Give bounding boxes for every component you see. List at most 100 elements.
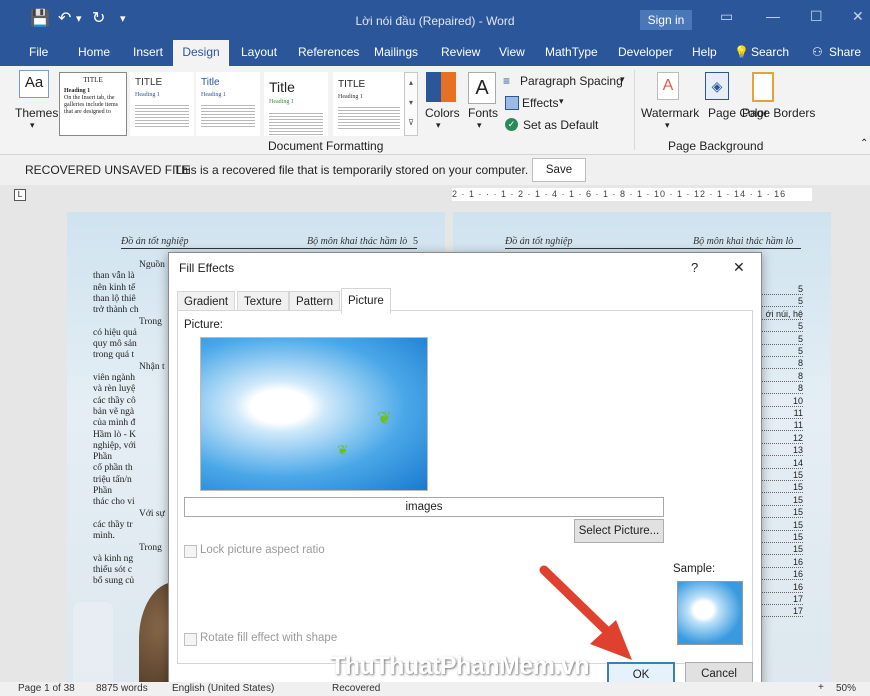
page-borders-button[interactable]: Page Borders — [742, 106, 815, 120]
tab-selector-icon[interactable]: L — [14, 189, 26, 201]
styles-gallery-scroll[interactable]: ▴ ▾ ⊽ — [404, 72, 418, 136]
paragraph-spacing-button[interactable]: Paragraph Spacing — [520, 74, 623, 88]
page-count[interactable]: Page 1 of 38 — [18, 683, 75, 694]
header-right: Bộ môn khai thác hầm lò — [693, 236, 794, 247]
tab-mathtype[interactable]: MathType — [545, 45, 598, 59]
colors-label[interactable]: Colors — [425, 106, 460, 120]
body-text-line: mình. — [93, 531, 115, 542]
tab-review[interactable]: Review — [441, 45, 480, 59]
watermark-dropdown-icon: ▾ — [665, 120, 670, 130]
effects-dropdown-icon: ▾ — [559, 96, 564, 106]
tab-layout[interactable]: Layout — [241, 45, 277, 59]
toc-entry: 15 — [755, 532, 803, 543]
themes-label[interactable]: Themes — [15, 106, 58, 120]
picture-label: Picture: — [184, 319, 223, 331]
style-set-2[interactable]: TITLE Heading 1 — [130, 72, 194, 136]
zoom-in-icon[interactable]: + — [818, 682, 824, 693]
toc-entry: 16 — [755, 569, 803, 581]
horizontal-ruler[interactable]: 2 · 1 · · · 1 · 2 · 1 · 4 · 1 · 6 · 1 · … — [452, 188, 812, 201]
fonts-label[interactable]: Fonts — [468, 106, 498, 120]
body-text-line: Với sự — [139, 508, 165, 519]
toc-entry: 15 — [755, 470, 803, 481]
close-icon[interactable]: ✕ — [733, 259, 745, 276]
body-text-line: than vẫn là — [93, 271, 135, 282]
toc-entry: 8 — [755, 358, 803, 370]
minimize-icon[interactable]: — — [766, 8, 780, 24]
body-text-line: Trong — [139, 542, 162, 553]
body-text-line: của mình đ — [93, 418, 136, 429]
group-divider — [634, 70, 635, 150]
recovered-file-bar: RECOVERED UNSAVED FILE This is a recover… — [0, 155, 870, 186]
maximize-icon[interactable]: ☐ — [810, 8, 823, 25]
style-set-4[interactable]: Title Heading 1 — [264, 72, 328, 136]
header-rule — [505, 248, 801, 249]
close-icon[interactable]: ✕ — [852, 8, 864, 25]
tab-picture[interactable]: Picture — [341, 288, 391, 314]
recovered-status: Recovered — [332, 683, 381, 694]
tab-view[interactable]: View — [499, 45, 525, 59]
zoom-level[interactable]: 50% — [836, 683, 856, 694]
rotate-fill-checkbox — [184, 633, 197, 646]
style-set-1[interactable]: TITLE Heading 1 On the Insert tab, the g… — [59, 72, 127, 136]
colors-icon[interactable] — [426, 72, 456, 102]
fill-effects-dialog: Fill Effects ? ✕ Gradient Texture Patter… — [168, 252, 762, 690]
sample-label: Sample: — [673, 563, 716, 575]
toc-entry: 5 — [755, 296, 803, 308]
watermark-icon[interactable]: A — [657, 72, 679, 100]
toc-entry: 17 — [755, 594, 803, 605]
lock-aspect-checkbox — [184, 545, 197, 558]
picture-preview: ❦ ❦ — [200, 337, 428, 491]
body-text-line: Nhận t — [139, 361, 165, 372]
toc-entry: 11 — [755, 420, 803, 432]
ribbon-design: Aa Themes ▾ TITLE Heading 1 On the Inser… — [0, 66, 870, 155]
fonts-icon[interactable]: A — [468, 72, 496, 104]
sign-in-button[interactable]: Sign in — [640, 10, 692, 30]
picture-tab-panel: Picture: ❦ ❦ images Select Picture... Lo… — [177, 310, 753, 664]
toc-entry: 14 — [755, 458, 803, 469]
body-text-line: bổ sung củ — [93, 576, 135, 587]
style-set-3[interactable]: Title Heading 1 — [196, 72, 260, 136]
themes-icon[interactable]: Aa — [19, 70, 49, 98]
word-count[interactable]: 8875 words — [96, 683, 148, 694]
collapse-ribbon-icon[interactable]: ⌃ — [860, 138, 868, 149]
help-icon[interactable]: ? — [691, 260, 698, 275]
tell-me-search[interactable]: Search — [751, 45, 789, 59]
tab-design[interactable]: Design — [173, 40, 229, 66]
tab-file[interactable]: File — [29, 45, 48, 59]
share-button[interactable]: Share — [829, 45, 861, 59]
body-text-line: than lộ thiê — [93, 293, 136, 304]
style-set-5[interactable]: TITLE Heading 1 — [333, 72, 405, 136]
body-text-line: bản vẽ ngà — [93, 406, 135, 417]
tab-home[interactable]: Home — [78, 45, 110, 59]
body-text-line: cổ phần th — [93, 463, 133, 474]
save-button[interactable]: Save — [532, 158, 586, 182]
tab-help[interactable]: Help — [692, 45, 717, 59]
style-title: TITLE — [135, 77, 163, 88]
picture-name-field: images — [184, 497, 664, 517]
page-color-icon[interactable]: ◈ — [705, 72, 729, 100]
themes-dropdown-icon[interactable]: ▾ — [30, 120, 35, 131]
select-picture-button[interactable]: Select Picture... — [574, 519, 664, 543]
set-as-default-button[interactable]: Set as Default — [523, 118, 598, 132]
toc-entry: 5 — [755, 346, 803, 357]
tab-insert[interactable]: Insert — [133, 45, 163, 59]
recovered-label: RECOVERED UNSAVED FILE — [25, 163, 191, 177]
watermark-button[interactable]: Watermark — [641, 106, 699, 120]
style-heading: Heading 1 — [269, 99, 294, 105]
effects-icon — [505, 96, 519, 110]
toc-entry: ới núi, hệ — [755, 309, 803, 320]
effects-button[interactable]: Effects — [522, 96, 558, 110]
toc-entry: 8 — [755, 383, 803, 395]
lock-aspect-label: Lock picture aspect ratio — [200, 544, 325, 556]
language[interactable]: English (United States) — [172, 683, 274, 694]
style-title: Title — [201, 77, 220, 88]
tab-references[interactable]: References — [298, 45, 359, 59]
toc-entry: 15 — [755, 520, 803, 531]
rotate-fill-label: Rotate fill effect with shape — [200, 632, 338, 644]
tab-developer[interactable]: Developer — [618, 45, 673, 59]
page-borders-icon[interactable] — [752, 72, 774, 102]
paragraph-spacing-dropdown-icon: ▾ — [620, 74, 625, 84]
body-text-line: và kinh ng — [93, 553, 134, 564]
tab-mailings[interactable]: Mailings — [374, 45, 418, 59]
ribbon-display-icon[interactable]: ▭ — [720, 8, 733, 25]
